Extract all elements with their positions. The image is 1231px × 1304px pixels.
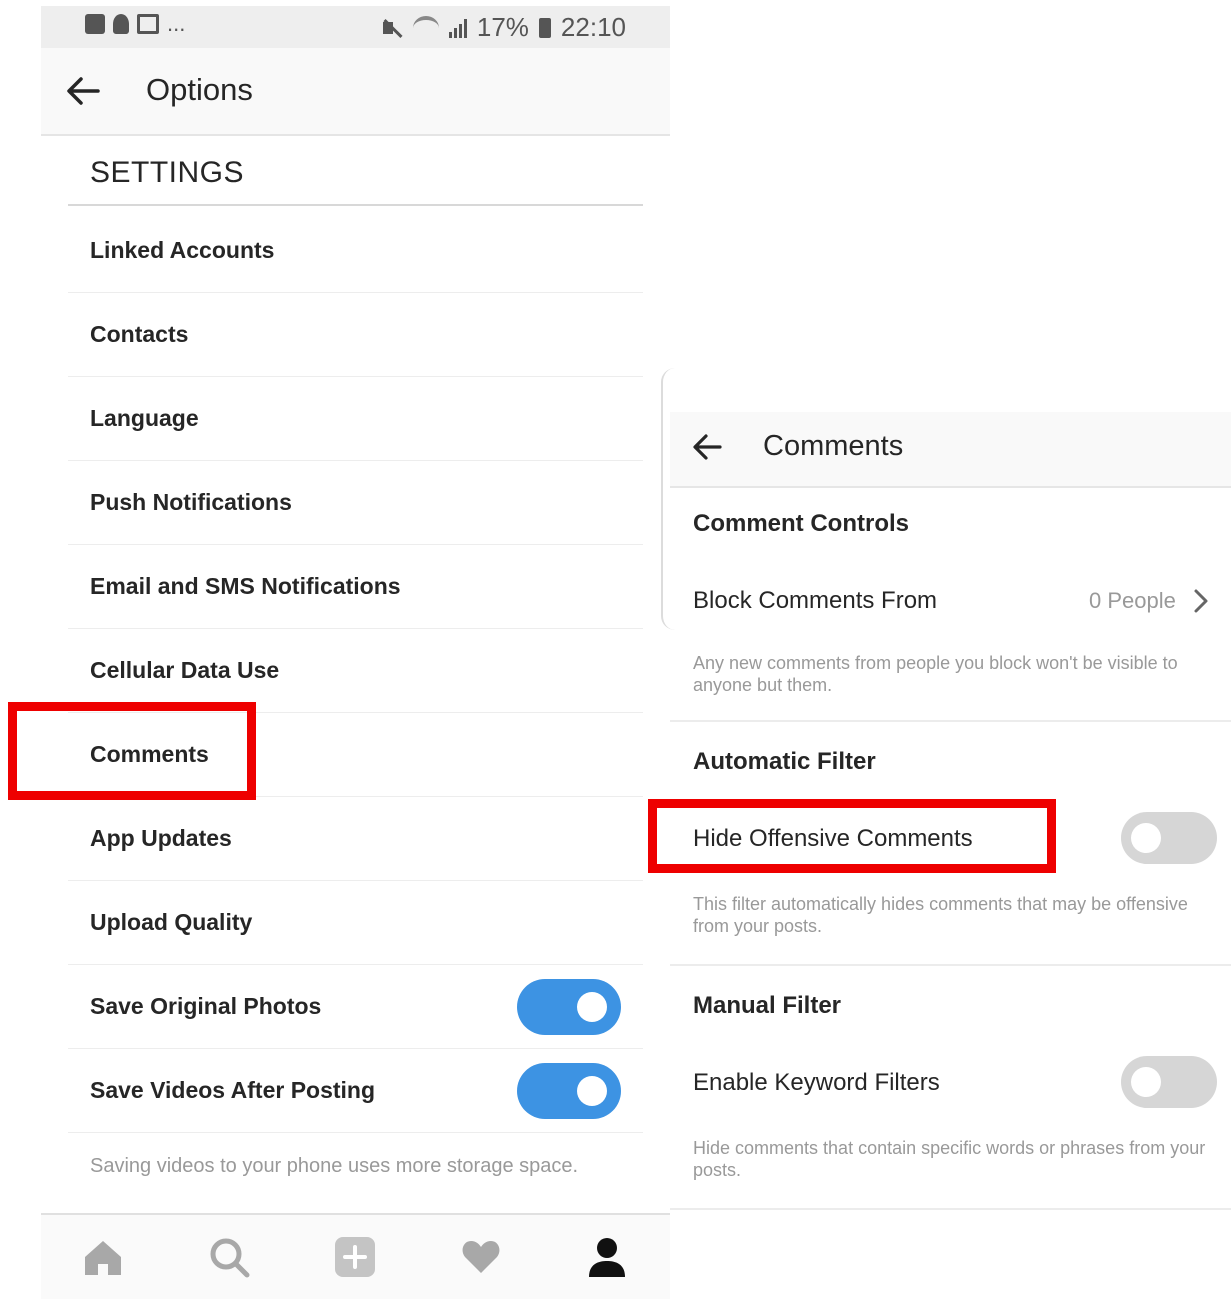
menu-item-linked-accounts[interactable]: Linked Accounts [68,208,643,293]
page-title: Options [146,72,253,107]
divider [670,964,1231,966]
enable-keyword-filters-toggle[interactable] [1121,1056,1217,1108]
chevron-right-icon[interactable] [1192,588,1210,619]
device-edge [661,368,679,630]
menu-item-cellular-data-use[interactable]: Cellular Data Use [68,628,643,713]
save-original-photos-toggle[interactable] [517,979,621,1035]
message-icon [85,14,105,34]
menu-item-label: Save Original Photos [90,993,322,1019]
menu-item-label: Email and SMS Notifications [90,573,401,599]
back-arrow-icon[interactable] [692,433,722,461]
divider [670,1208,1231,1210]
settings-section-heading: SETTINGS [90,156,245,189]
clock: 22:10 [560,12,626,42]
status-bar: ... 17% 22:10 [41,6,670,48]
hide-offensive-comments-toggle[interactable] [1121,812,1217,864]
back-arrow-icon[interactable] [66,76,100,106]
home-icon[interactable] [81,1235,125,1279]
hide-offensive-comments-label: Hide Offensive Comments [693,825,973,852]
menu-item-label: Contacts [90,321,189,347]
menu-item-label: Push Notifications [90,489,292,515]
bottom-tab-bar [41,1213,670,1299]
add-post-icon[interactable] [333,1235,377,1279]
system-status: 17% 22:10 [381,12,626,43]
wifi-icon [412,15,439,40]
divider [68,204,643,206]
block-comments-description: Any new comments from people you block w… [693,653,1178,695]
menu-item-label: Comments [90,741,209,767]
menu-item-contacts[interactable]: Contacts [68,292,643,377]
heart-icon[interactable] [459,1235,503,1279]
menu-item-label: Save Videos After Posting [90,1077,376,1103]
notification-icons: ... [85,11,186,36]
menu-item-label: Cellular Data Use [90,657,280,683]
save-videos-description: Saving videos to your phone uses more st… [90,1155,579,1177]
profile-icon[interactable] [585,1235,629,1279]
menu-item-save-videos-after-posting: Save Videos After Posting [68,1048,643,1133]
divider [670,720,1231,722]
menu-item-app-updates[interactable]: App Updates [68,796,643,881]
gallery-icon [137,14,159,34]
battery-icon [538,17,551,38]
mute-icon [381,17,403,39]
signal-icon [448,18,467,38]
page-title: Comments [763,430,904,462]
menu-item-label: Upload Quality [90,909,253,935]
automatic-filter-heading: Automatic Filter [693,748,876,775]
menu-item-label: Linked Accounts [90,237,275,263]
options-header: Options [41,48,670,136]
enable-keyword-filters-label: Enable Keyword Filters [693,1069,940,1096]
menu-item-label: App Updates [90,825,232,851]
save-videos-toggle[interactable] [517,1063,621,1119]
options-screen: ... 17% 22:10 Options SETTINGS Linked Ac… [41,6,670,1299]
comment-controls-heading: Comment Controls [693,510,909,537]
search-icon[interactable] [207,1235,251,1279]
menu-item-email-sms-notifications[interactable]: Email and SMS Notifications [68,544,643,629]
block-comments-from-label[interactable]: Block Comments From [693,587,937,615]
menu-item-upload-quality[interactable]: Upload Quality [68,880,643,965]
more-notifications-indicator: ... [167,11,186,36]
manual-filter-description: Hide comments that contain specific word… [693,1138,1206,1180]
menu-item-push-notifications[interactable]: Push Notifications [68,460,643,545]
automatic-filter-description: This filter automatically hides comments… [693,894,1188,936]
menu-item-language[interactable]: Language [68,376,643,461]
comments-header: Comments [670,412,1231,488]
blocked-people-count[interactable]: 0 People [1089,588,1176,614]
menu-item-comments[interactable]: Comments [68,712,643,797]
battery-percent: 17% [476,12,529,42]
notification-bell-icon [113,14,129,34]
menu-item-save-original-photos: Save Original Photos [68,964,643,1049]
manual-filter-heading: Manual Filter [693,992,842,1019]
menu-item-label: Language [90,405,199,431]
